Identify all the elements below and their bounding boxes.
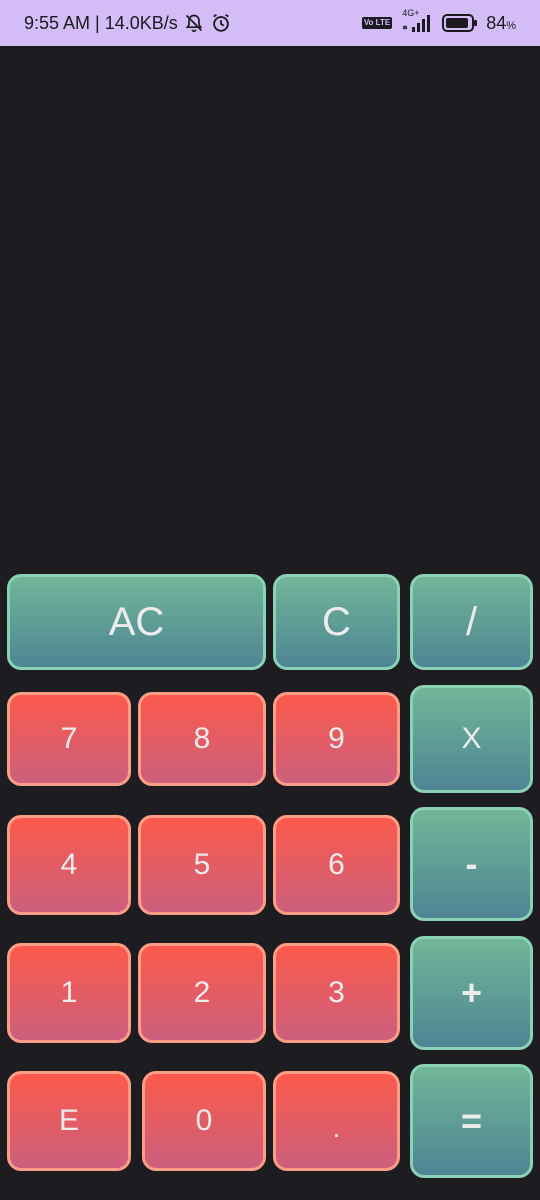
- clear-button[interactable]: C: [273, 574, 400, 670]
- clear-label: C: [322, 599, 351, 644]
- subtract-button[interactable]: -: [410, 807, 533, 921]
- digit-8-label: 8: [193, 722, 211, 755]
- equals-button[interactable]: =: [410, 1064, 533, 1178]
- decimal-point-button[interactable]: .: [273, 1071, 400, 1171]
- battery-icon: [442, 14, 478, 32]
- digit-0-button[interactable]: 0: [142, 1071, 266, 1171]
- divide-button[interactable]: /: [410, 574, 533, 670]
- subtract-label: -: [465, 843, 478, 884]
- digit-7-button[interactable]: 7: [7, 692, 131, 786]
- add-label: +: [460, 972, 483, 1013]
- add-button[interactable]: +: [410, 936, 533, 1050]
- all-clear-label: AC: [108, 599, 165, 644]
- divide-label: /: [465, 599, 478, 644]
- digit-6-label: 6: [328, 848, 345, 881]
- battery-unit-text: %: [506, 19, 516, 32]
- network-label: 4G+: [402, 8, 420, 18]
- calculator-display: [0, 46, 540, 566]
- digit-7-label: 7: [60, 722, 78, 755]
- equals-label: =: [460, 1100, 483, 1141]
- alarm-icon: [210, 12, 232, 34]
- digit-3-button[interactable]: 3: [273, 943, 400, 1043]
- battery-percentage: 84%: [486, 13, 516, 34]
- digit-5-label: 5: [193, 848, 211, 881]
- multiply-button[interactable]: X: [410, 685, 533, 793]
- battery-level-text: 84: [486, 12, 507, 33]
- digit-9-label: 9: [328, 722, 345, 755]
- digit-4-button[interactable]: 4: [7, 815, 131, 915]
- status-bar: 9:55 AM | 14.0KB/s Vo LTE 4G+ 84%: [0, 0, 540, 46]
- digit-4-label: 4: [60, 848, 78, 881]
- multiply-label: X: [461, 722, 482, 755]
- digit-2-label: 2: [193, 976, 211, 1009]
- exponent-button[interactable]: E: [7, 1071, 131, 1171]
- all-clear-button[interactable]: AC: [7, 574, 266, 670]
- digit-1-button[interactable]: 1: [7, 943, 131, 1043]
- notifications-off-icon: [184, 13, 204, 33]
- digit-5-button[interactable]: 5: [138, 815, 266, 915]
- digit-0-label: 0: [195, 1104, 213, 1137]
- digit-1-label: 1: [60, 976, 78, 1009]
- time-speed-text: 9:55 AM | 14.0KB/s: [24, 12, 178, 33]
- digit-8-button[interactable]: 8: [138, 692, 266, 786]
- volte-icon: Vo LTE: [361, 17, 393, 29]
- exponent-label: E: [58, 1104, 79, 1137]
- signal-icon: 4G+: [400, 8, 434, 34]
- digit-6-button[interactable]: 6: [273, 815, 400, 915]
- decimal-point-label: .: [332, 1112, 341, 1143]
- digit-2-button[interactable]: 2: [138, 943, 266, 1043]
- digit-3-label: 3: [328, 976, 345, 1009]
- digit-9-button[interactable]: 9: [273, 692, 400, 786]
